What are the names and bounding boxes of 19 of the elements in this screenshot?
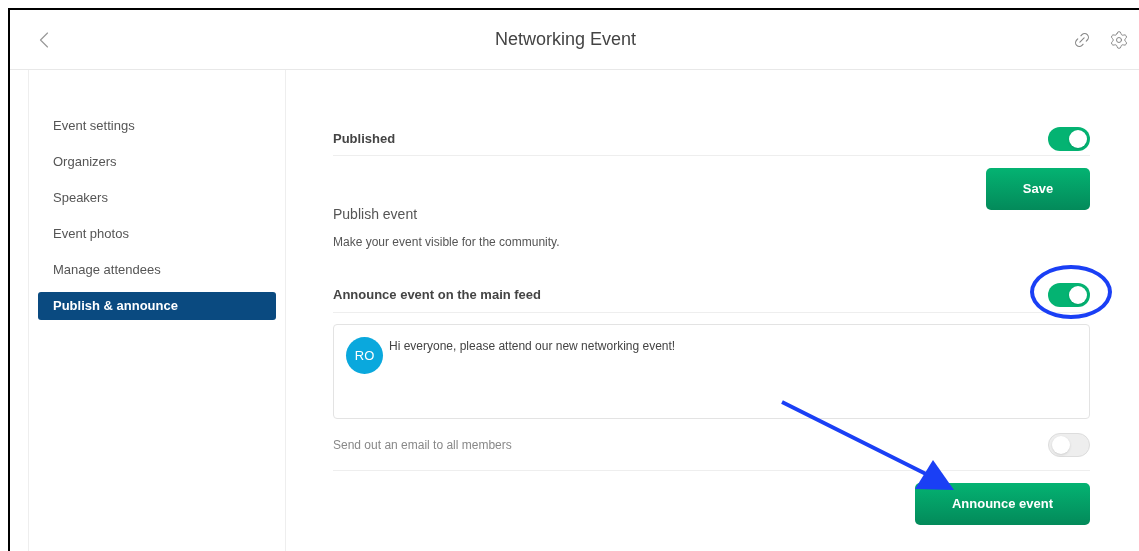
announce-toggle[interactable] (1048, 282, 1090, 307)
avatar: RO (346, 337, 383, 374)
post-box[interactable]: RO Hi everyone, please attend our new networking event! (333, 324, 1090, 419)
post-message: Hi everyone, please attend our new networking event! (389, 338, 676, 355)
section-title: Publish event (333, 205, 419, 224)
section-description: Make your event visible for the community. (333, 234, 561, 251)
sidebar-item[interactable]: Event settings (38, 112, 276, 140)
email-toggle[interactable] (1048, 432, 1090, 457)
sidebar-item[interactable]: Event photos (38, 220, 276, 248)
announce-label: Announce event on the main feed (333, 285, 542, 304)
published-toggle[interactable] (1048, 126, 1090, 151)
sidebar-item[interactable]: Publish & announce (38, 292, 276, 320)
settings-icon[interactable] (1109, 29, 1129, 50)
page-title: Networking Event (493, 28, 638, 51)
published-label: Published (333, 129, 396, 148)
sidebar-item[interactable]: Speakers (38, 184, 276, 212)
sidebar-item[interactable]: Manage attendees (38, 256, 276, 284)
email-label: Send out an email to all members (333, 436, 512, 454)
sidebar-item[interactable]: Organizers (38, 148, 276, 176)
